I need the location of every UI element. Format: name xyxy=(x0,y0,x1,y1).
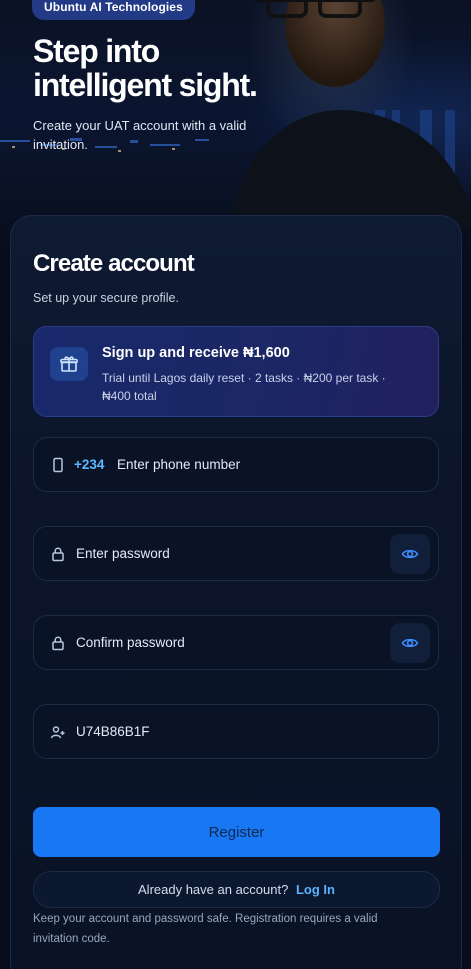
country-code: +234 xyxy=(74,457,105,472)
hero-title: Step into intelligent sight. xyxy=(33,33,258,103)
toggle-confirm-password-visibility-button[interactable] xyxy=(390,623,430,663)
invitation-code-input[interactable]: U74B86B1F xyxy=(76,724,150,739)
signup-card: Create account Set up your secure profil… xyxy=(10,215,462,969)
toggle-password-visibility-button[interactable] xyxy=(390,534,430,574)
eye-icon xyxy=(401,638,419,648)
promo-description: Trial until Lagos daily reset · 2 tasks … xyxy=(102,371,386,403)
phone-input[interactable]: Enter phone number xyxy=(117,457,240,472)
form-title: Create account xyxy=(33,250,195,277)
phone-icon xyxy=(53,457,63,473)
password-field[interactable]: Enter password xyxy=(33,526,439,581)
lock-icon xyxy=(52,636,64,651)
user-plus-icon xyxy=(50,726,65,739)
hero-subtitle: Create your UAT account with a valid inv… xyxy=(33,118,247,152)
gift-icon xyxy=(50,347,88,381)
security-note: Keep your account and password safe. Reg… xyxy=(33,913,378,945)
login-prompt-text: Already have an account? xyxy=(138,882,289,897)
form-subtitle: Set up your secure profile. xyxy=(33,291,179,305)
register-button[interactable]: Register xyxy=(33,807,440,857)
eye-icon xyxy=(401,549,419,559)
confirm-password-input[interactable]: Confirm password xyxy=(76,635,185,650)
confirm-password-field[interactable]: Confirm password xyxy=(33,615,439,670)
hero-banner: Ubuntu AI Technologies Step into intelli… xyxy=(0,0,471,250)
signup-bonus-banner: Sign up and receive ₦1,600 Trial until L… xyxy=(33,326,439,417)
password-input[interactable]: Enter password xyxy=(76,546,170,561)
login-link[interactable]: Log In xyxy=(296,882,335,897)
invitation-code-field[interactable]: U74B86B1F xyxy=(33,704,439,759)
promo-title: Sign up and receive ₦1,600 xyxy=(102,345,290,361)
phone-field[interactable]: +234 Enter phone number xyxy=(33,437,439,492)
login-prompt-bar: Already have an account? Log In xyxy=(33,871,440,908)
brand-badge: Ubuntu AI Technologies xyxy=(32,0,195,20)
lock-icon xyxy=(52,547,64,562)
